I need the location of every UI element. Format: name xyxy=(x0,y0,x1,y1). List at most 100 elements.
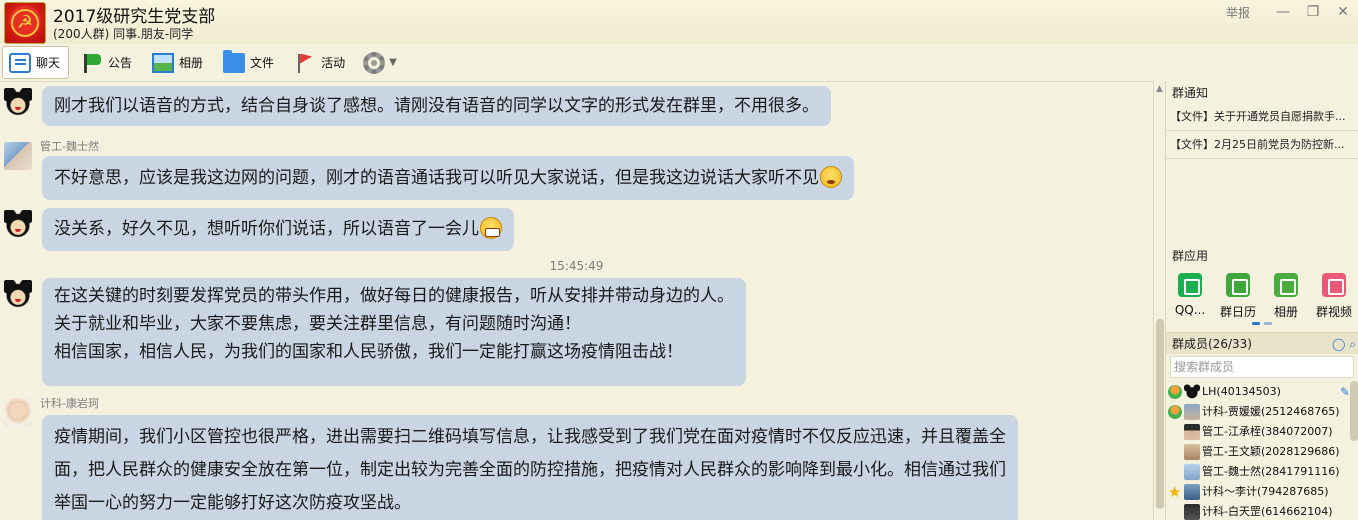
group-avatar[interactable]: ☭ xyxy=(4,2,46,44)
message-text: 刚才我们以语音的方式，结合自身谈了感想。请刚没有语音的同学以文字的形式发在群里，… xyxy=(54,96,819,116)
notice-item[interactable]: 【文件】2月25日前党员为防控新... xyxy=(1166,131,1358,159)
message-text: 没关系，好久不见，想听听你们说话，所以语音了一会儿 xyxy=(54,219,479,239)
tab-notice-label: 公告 xyxy=(108,56,133,70)
member-row[interactable]: 管工-王文颖(2028129686) xyxy=(1166,442,1358,462)
toolbar: 聊天 公告 相册 文件 活动 ▼ xyxy=(0,44,1358,81)
sender-name[interactable]: 计科-康岩珂 xyxy=(40,395,99,411)
members-scrollbar-thumb[interactable] xyxy=(1350,381,1358,441)
sender-avatar[interactable] xyxy=(4,142,32,170)
message-text: 举国一心的努力一定能够打好这次防疫攻坚战。 xyxy=(54,493,411,513)
message-bubble[interactable]: 疫情期间，我们小区管控也很严格，进出需要扫二维码填写信息，让我感受到了我们党在面… xyxy=(42,415,1018,520)
app-label: 群日历 xyxy=(1219,305,1256,319)
member-avatar xyxy=(1184,484,1200,500)
title-bar: ☭ 2017级研究生党支部 (200人群) 同事.朋友-同学 举报 — ❐ ✕ xyxy=(0,0,1358,44)
member-avatar xyxy=(1184,504,1200,520)
settings-dropdown-arrow-icon[interactable]: ▼ xyxy=(389,57,397,68)
window-controls: 举报 — ❐ ✕ xyxy=(1226,0,1358,24)
message-bubble[interactable]: 没关系，好久不见，想听听你们说话，所以语音了一会儿 xyxy=(42,208,514,251)
message-text: 疫情期间，我们小区管控也很严格，进出需要扫二维码填写信息，让我感受到了我们党在面… xyxy=(54,427,1006,447)
report-button[interactable]: 举报 xyxy=(1226,4,1250,21)
edit-icon[interactable]: ✎ xyxy=(1340,382,1350,402)
member-row[interactable]: 计科-白天罡(614662104) xyxy=(1166,502,1358,520)
tab-chat-label: 聊天 xyxy=(36,56,61,70)
message-timestamp: 15:45:49 xyxy=(549,259,604,273)
members-header: 群成员(26/33) ◯ ⌕ xyxy=(1166,332,1358,354)
tab-notice[interactable]: 公告 xyxy=(75,46,140,79)
pager-dot[interactable] xyxy=(1264,322,1272,325)
members-title: 群成员(26/33) xyxy=(1172,337,1252,351)
message-bubble[interactable]: 在这关键的时刻要发挥党员的带头作用，做好每日的健康报告，听从安排并带动身边的人。… xyxy=(42,278,746,386)
app-calendar[interactable]: 群日历 xyxy=(1214,273,1262,320)
member-search-input[interactable]: 搜索群成员 xyxy=(1170,356,1354,378)
member-avatar xyxy=(1184,384,1200,400)
chat-scrollbar-thumb[interactable] xyxy=(1156,319,1164,509)
phone-icon xyxy=(1178,273,1202,297)
minimize-button[interactable]: — xyxy=(1268,4,1298,20)
sender-name[interactable]: 管工-魏士然 xyxy=(40,138,99,154)
group-name[interactable]: 2017级研究生党支部 xyxy=(53,2,215,27)
apps-title: 群应用 xyxy=(1172,249,1209,263)
collapse-arrow-icon[interactable]: ▲ xyxy=(1156,84,1163,94)
right-panel: 群通知 【文件】关于开通党员自愿捐款手... 【文件】2月25日前党员为防控新.… xyxy=(1165,81,1358,520)
message-text: 不好意思，应该是我这边网的问题，刚才的语音通话我可以听见大家说话，但是我这边说话… xyxy=(54,168,819,188)
restore-button[interactable]: ❐ xyxy=(1298,4,1328,20)
chat-scrollbar[interactable]: ▲ xyxy=(1153,81,1165,520)
tab-files[interactable]: 文件 xyxy=(217,46,282,79)
members-chat-search-icons[interactable]: ◯ ⌕ xyxy=(1332,333,1356,355)
sender-avatar[interactable] xyxy=(4,88,32,116)
member-row[interactable]: 管工-江承桎(384072007) xyxy=(1166,422,1358,442)
group-apps: QQ... 群日历 相册 群视频 xyxy=(1166,273,1358,320)
tab-files-label: 文件 xyxy=(250,56,275,70)
member-name: 计科-白天罡(614662104) xyxy=(1202,505,1333,518)
member-name: 管工-魏士然(2841791116) xyxy=(1202,465,1340,478)
photo-icon xyxy=(1274,273,1298,297)
notice-item[interactable]: 【文件】关于开通党员自愿捐款手... xyxy=(1166,103,1358,131)
group-owner-icon xyxy=(1168,385,1182,399)
sender-avatar[interactable] xyxy=(4,398,32,426)
group-meta: (200人群) 同事.朋友-同学 xyxy=(53,27,194,41)
star-icon: ★ xyxy=(1168,483,1182,501)
member-row[interactable]: ★ 计科～李计(794287685) xyxy=(1166,482,1358,502)
folder-icon xyxy=(223,49,246,73)
member-name: LH(40134503) xyxy=(1202,385,1281,398)
settings-gear-icon[interactable] xyxy=(363,51,386,74)
member-avatar xyxy=(1184,404,1200,420)
app-qq-call[interactable]: QQ... xyxy=(1166,273,1214,320)
tab-activity[interactable]: 活动 xyxy=(288,46,353,79)
app-label: 群视频 xyxy=(1315,305,1352,319)
message-text: 相信国家，相信人民，为我们的国家和人民骄傲，我们一定能打赢这场疫情阻击战！ xyxy=(54,342,683,362)
chat-icon xyxy=(9,52,31,73)
app-label: QQ... xyxy=(1174,303,1206,317)
member-name: 管工-江承桎(384072007) xyxy=(1202,425,1333,438)
event-flag-icon xyxy=(294,53,316,73)
video-icon xyxy=(1322,273,1346,297)
pager-dot-active[interactable] xyxy=(1252,322,1260,325)
chat-message-area[interactable]: 刚才我们以语音的方式，结合自身谈了感想。请刚没有语音的同学以文字的形式发在群里，… xyxy=(0,81,1153,520)
message-text: 在这关键的时刻要发挥党员的带头作用，做好每日的健康报告，听从安排并带动身边的人。 xyxy=(54,286,734,306)
member-row[interactable]: 计科-贾媛媛(2512468765) xyxy=(1166,402,1358,422)
member-avatar xyxy=(1184,444,1200,460)
emblem-icon: ☭ xyxy=(16,12,34,33)
close-button[interactable]: ✕ xyxy=(1328,4,1358,20)
tab-album[interactable]: 相册 xyxy=(146,46,211,79)
member-avatar xyxy=(1184,424,1200,440)
member-row[interactable]: LH(40134503) ✎ xyxy=(1166,382,1358,402)
tab-activity-label: 活动 xyxy=(321,56,346,70)
photo-album-icon xyxy=(152,52,175,73)
message-text: 关于就业和毕业，大家不要焦虑，要关注群里信息，有问题随时沟通！ xyxy=(54,314,581,334)
apps-pager[interactable] xyxy=(1166,320,1358,326)
sender-avatar[interactable] xyxy=(4,280,32,308)
sender-avatar[interactable] xyxy=(4,210,32,238)
member-avatar xyxy=(1184,464,1200,480)
message-bubble[interactable]: 刚才我们以语音的方式，结合自身谈了感想。请刚没有语音的同学以文字的形式发在群里，… xyxy=(42,86,831,126)
calendar-icon xyxy=(1226,273,1250,297)
member-name: 计科-贾媛媛(2512468765) xyxy=(1202,405,1340,418)
member-row[interactable]: 管工-魏士然(2841791116) xyxy=(1166,462,1358,482)
app-album[interactable]: 相册 xyxy=(1262,273,1310,320)
member-name: 管工-王文颖(2028129686) xyxy=(1202,445,1340,458)
group-admin-icon xyxy=(1168,405,1182,419)
app-video[interactable]: 群视频 xyxy=(1310,273,1358,320)
tab-chat[interactable]: 聊天 xyxy=(2,46,70,79)
tab-album-label: 相册 xyxy=(179,56,204,70)
message-bubble[interactable]: 不好意思，应该是我这边网的问题，刚才的语音通话我可以听见大家说话，但是我这边说话… xyxy=(42,156,854,200)
